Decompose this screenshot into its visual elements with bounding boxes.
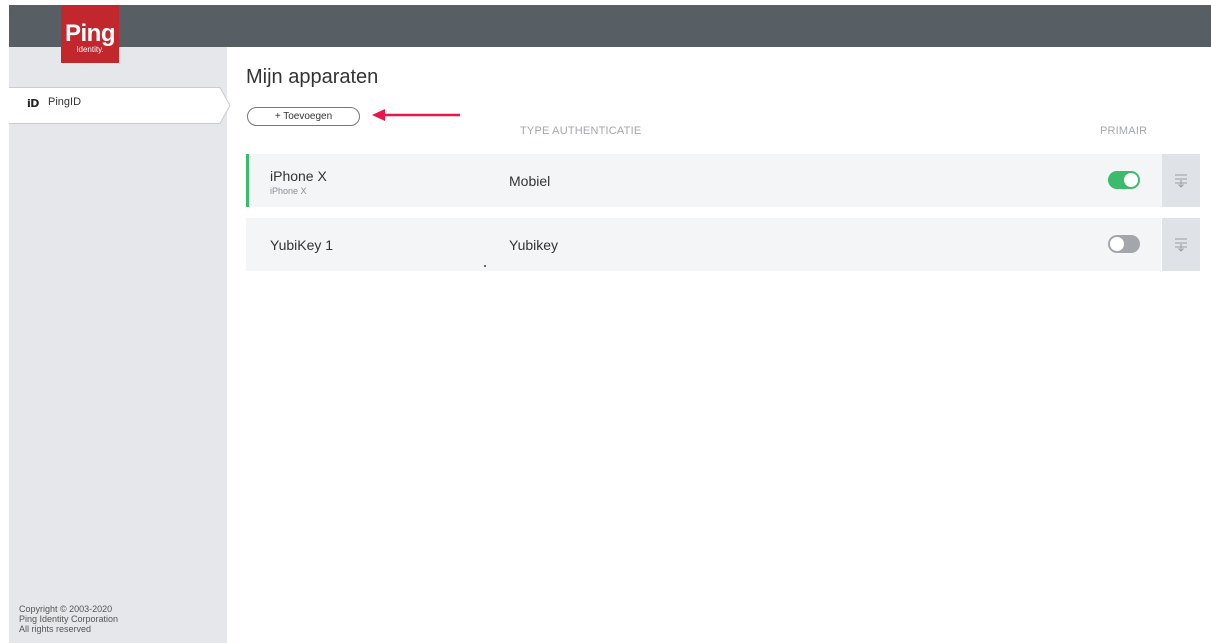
copyright-line: All rights reserved: [19, 624, 92, 634]
primary-toggle[interactable]: [1108, 235, 1140, 253]
column-header-type: TYPE AUTHENTICATIE: [520, 125, 642, 137]
pingid-icon: iD: [27, 97, 39, 110]
menu-icon: [1175, 238, 1187, 252]
add-device-button[interactable]: + Toevoegen: [247, 107, 360, 126]
device-menu-button[interactable]: [1162, 218, 1200, 271]
sidebar-item-pingid[interactable]: iD PingID: [9, 87, 231, 124]
top-bar: [9, 5, 1211, 47]
device-name: YubiKey 1: [270, 237, 334, 253]
device-row[interactable]: iPhone X iPhone X Mobiel: [246, 154, 1164, 207]
ping-identity-logo[interactable]: Ping Identity.: [61, 5, 119, 63]
copyright-line: Copyright © 2003-2020: [19, 604, 113, 614]
primary-toggle[interactable]: [1108, 171, 1140, 189]
sidebar-item-label: PingID: [48, 96, 82, 108]
copyright-line: Ping Identity Corporation: [19, 614, 119, 624]
device-row[interactable]: YubiKey 1 Yubikey: [246, 218, 1161, 271]
logo-text: Ping: [65, 20, 116, 47]
device-type: Yubikey: [509, 237, 559, 253]
page-title: Mijn apparaten: [246, 66, 379, 88]
nav-item-shape: [9, 87, 231, 124]
menu-icon: [1175, 174, 1187, 188]
device-name: iPhone X: [270, 168, 327, 184]
device-type: Mobiel: [509, 173, 551, 189]
arrow-left-icon: [372, 109, 460, 121]
device-menu-button[interactable]: [1162, 154, 1200, 207]
copyright: Copyright © 2003-2020 Ping Identity Corp…: [19, 604, 118, 634]
stray-dot: [484, 265, 486, 267]
toggle-knob: [1110, 237, 1124, 251]
sidebar: [9, 47, 227, 643]
column-header-primary: PRIMAIR: [1100, 125, 1148, 137]
device-model: iPhone X: [270, 186, 307, 196]
toggle-knob: [1124, 173, 1138, 187]
